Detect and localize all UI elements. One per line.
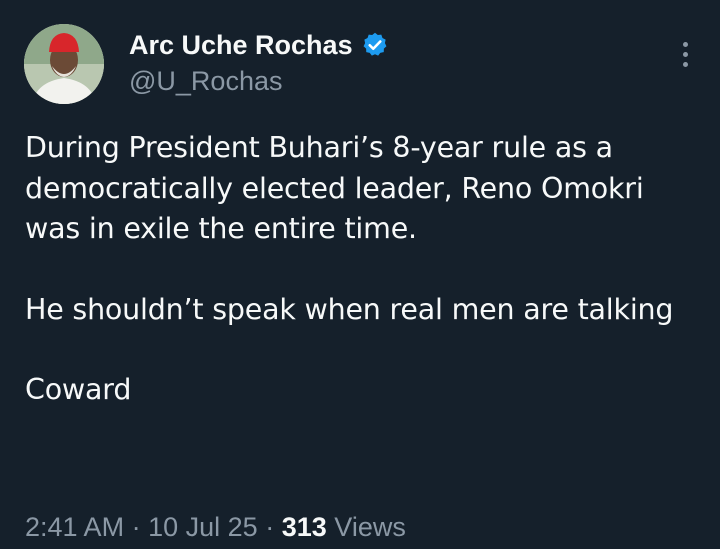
verified-badge-icon	[361, 31, 389, 59]
tweet-paragraph: Coward	[25, 373, 132, 406]
display-name[interactable]: Arc Uche Rochas	[129, 28, 353, 62]
meta-separator: ·	[265, 512, 275, 542]
tweet-meta: 2:41 AM · 10 Jul 25 · 313 Views	[25, 510, 406, 544]
author-block: Arc Uche Rochas @U_Rochas	[129, 28, 389, 98]
tweet-date[interactable]: 10 Jul 25	[148, 512, 258, 542]
tweet-text: During President Buhari’s 8-year rule as…	[25, 128, 695, 411]
views-label: Views	[334, 512, 406, 542]
tweet-paragraph: He shouldn’t speak when real men are tal…	[25, 292, 674, 326]
tweet-time[interactable]: 2:41 AM	[25, 512, 124, 542]
avatar[interactable]	[24, 24, 104, 104]
tweet: Arc Uche Rochas @U_Rochas During Preside…	[0, 0, 720, 549]
views-count: 313	[281, 512, 327, 542]
more-options-icon[interactable]	[680, 42, 690, 72]
tweet-paragraph: During President Buhari’s 8-year rule as…	[25, 131, 644, 245]
meta-separator: ·	[131, 512, 141, 542]
handle[interactable]: @U_Rochas	[129, 64, 389, 98]
